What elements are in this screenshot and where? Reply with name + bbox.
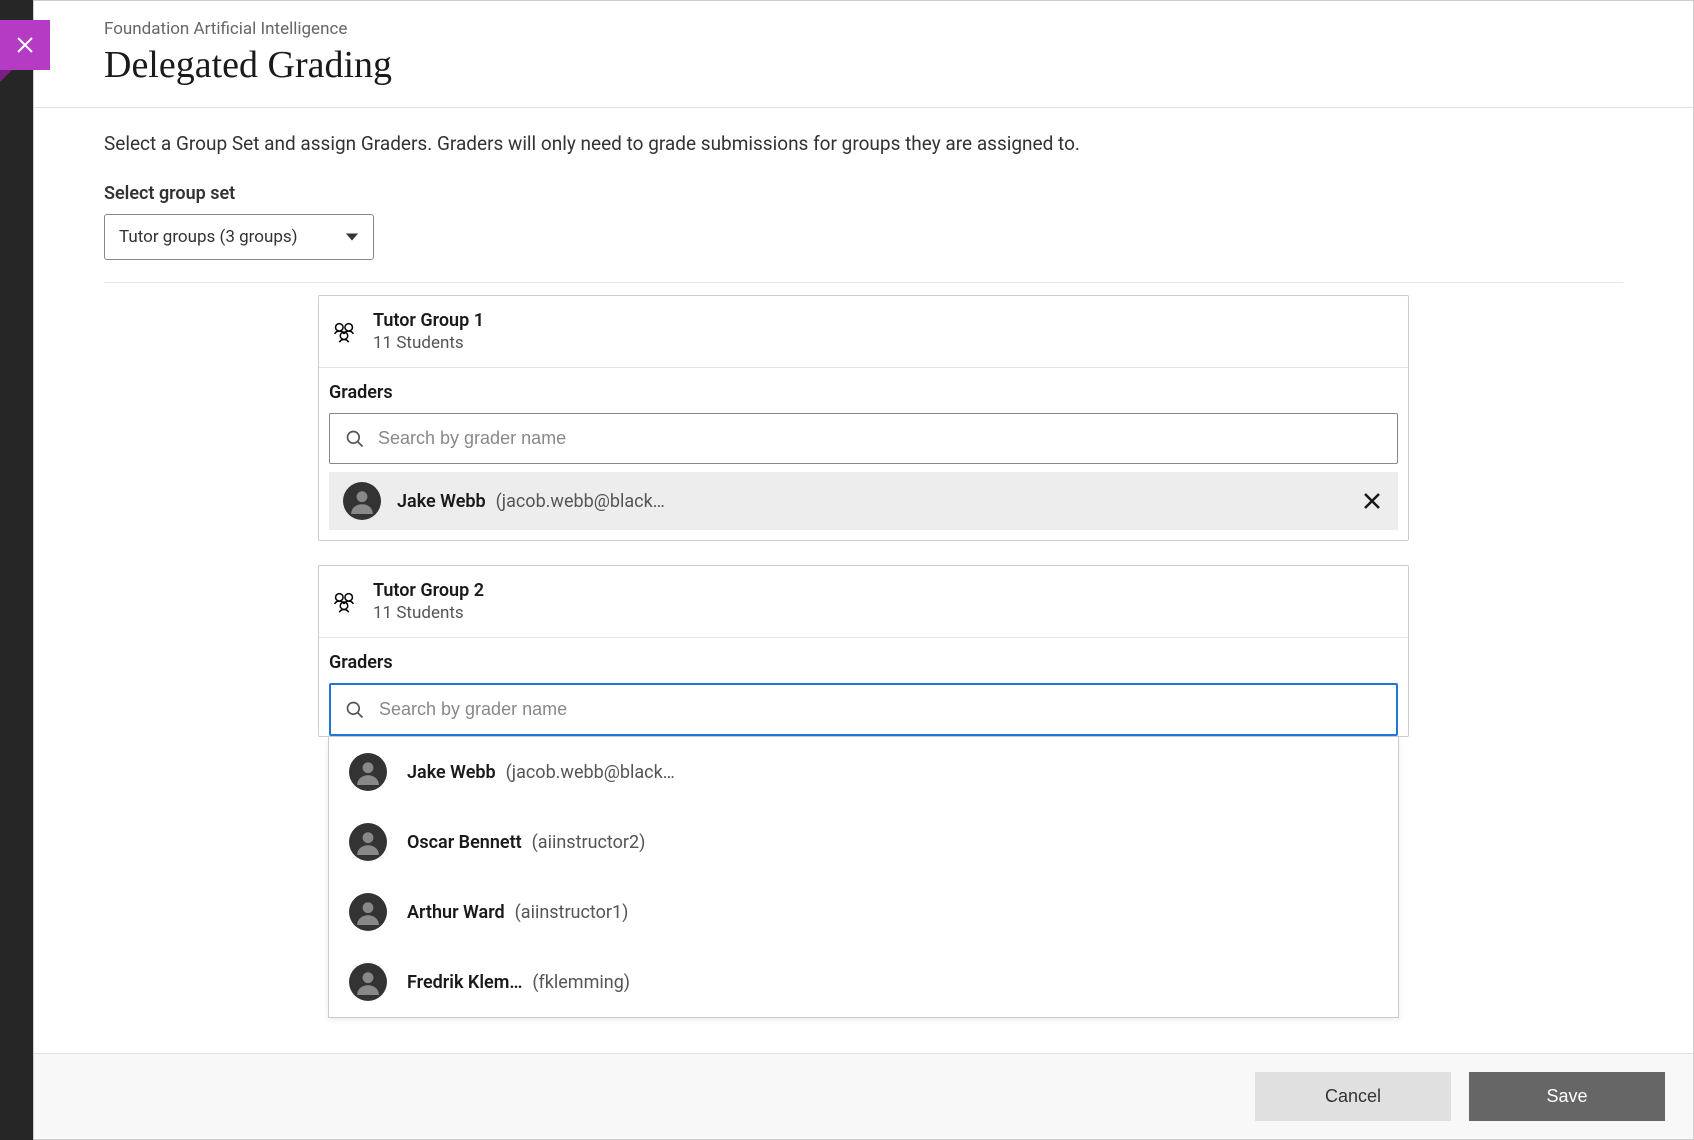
graders-label: Graders bbox=[329, 382, 1398, 403]
group-card: Tutor Group 2 11 Students Graders bbox=[318, 565, 1409, 737]
grader-suggestions-dropdown: Jake Webb (jacob.webb@black… Oscar Benne… bbox=[328, 737, 1399, 1018]
group-student-count: 11 Students bbox=[373, 603, 484, 623]
backdrop bbox=[0, 0, 33, 1140]
group-header: Tutor Group 1 11 Students bbox=[319, 296, 1408, 368]
panel-footer: Cancel Save bbox=[34, 1053, 1693, 1139]
grader-name: Fredrik Klem… bbox=[407, 972, 522, 993]
grader-name: Oscar Bennett bbox=[407, 832, 522, 853]
chevron-down-icon bbox=[346, 234, 358, 241]
grader-suggestion-item[interactable]: Fredrik Klem… (fklemming) bbox=[329, 947, 1398, 1017]
divider bbox=[104, 282, 1623, 283]
group-header: Tutor Group 2 11 Students bbox=[319, 566, 1408, 638]
group-body: Graders Jake Webb (jacob.webb@b bbox=[319, 368, 1408, 540]
close-panel-button[interactable] bbox=[0, 20, 50, 70]
groupset-selected-value: Tutor groups (3 groups) bbox=[104, 214, 374, 260]
group-student-count: 11 Students bbox=[373, 333, 484, 353]
page-title: Delegated Grading bbox=[104, 43, 1623, 87]
remove-grader-button[interactable] bbox=[1360, 489, 1384, 513]
group-icon bbox=[329, 587, 359, 617]
panel-content: Select a Group Set and assign Graders. G… bbox=[34, 108, 1693, 1053]
delegated-grading-panel: Foundation Artificial Intelligence Deleg… bbox=[33, 0, 1694, 1140]
graders-label: Graders bbox=[329, 652, 1398, 673]
grader-username: (fklemming) bbox=[532, 972, 630, 993]
group-name: Tutor Group 1 bbox=[373, 310, 484, 331]
grader-username: (aiinstructor1) bbox=[515, 902, 629, 923]
grader-username: (jacob.webb@black… bbox=[496, 491, 665, 512]
avatar bbox=[343, 482, 381, 520]
save-button[interactable]: Save bbox=[1469, 1072, 1665, 1121]
group-icon bbox=[329, 317, 359, 347]
grader-name: Arthur Ward bbox=[407, 902, 505, 923]
cancel-button[interactable]: Cancel bbox=[1255, 1072, 1451, 1121]
grader-name: Jake Webb bbox=[397, 491, 486, 512]
groupset-label: Select group set bbox=[104, 183, 1623, 204]
grader-username: (jacob.webb@black… bbox=[506, 762, 675, 783]
assigned-grader-row: Jake Webb (jacob.webb@black… bbox=[329, 472, 1398, 530]
grader-search-wrap bbox=[329, 683, 1398, 736]
search-icon bbox=[345, 429, 365, 449]
search-icon bbox=[345, 700, 365, 720]
group-card: Tutor Group 1 11 Students Graders bbox=[318, 295, 1409, 541]
group-list: Tutor Group 1 11 Students Graders bbox=[104, 295, 1623, 1018]
group-name: Tutor Group 2 bbox=[373, 580, 484, 601]
avatar bbox=[349, 893, 387, 931]
grader-search-input[interactable] bbox=[329, 683, 1398, 736]
panel-header: Foundation Artificial Intelligence Deleg… bbox=[34, 1, 1693, 108]
grader-suggestion-item[interactable]: Oscar Bennett (aiinstructor2) bbox=[329, 807, 1398, 877]
groupset-select[interactable]: Tutor groups (3 groups) bbox=[104, 214, 374, 260]
description-text: Select a Group Set and assign Graders. G… bbox=[104, 132, 1623, 155]
close-icon bbox=[13, 33, 37, 57]
avatar bbox=[349, 753, 387, 791]
grader-search-input[interactable] bbox=[329, 413, 1398, 464]
grader-suggestion-item[interactable]: Arthur Ward (aiinstructor1) bbox=[329, 877, 1398, 947]
grader-username: (aiinstructor2) bbox=[532, 832, 646, 853]
avatar bbox=[349, 963, 387, 1001]
grader-name: Jake Webb bbox=[407, 762, 496, 783]
group-body: Graders bbox=[319, 638, 1408, 736]
close-icon bbox=[1360, 489, 1384, 513]
avatar bbox=[349, 823, 387, 861]
grader-search-wrap bbox=[329, 413, 1398, 464]
grader-suggestion-item[interactable]: Jake Webb (jacob.webb@black… bbox=[329, 737, 1398, 807]
breadcrumb: Foundation Artificial Intelligence bbox=[104, 19, 1623, 39]
